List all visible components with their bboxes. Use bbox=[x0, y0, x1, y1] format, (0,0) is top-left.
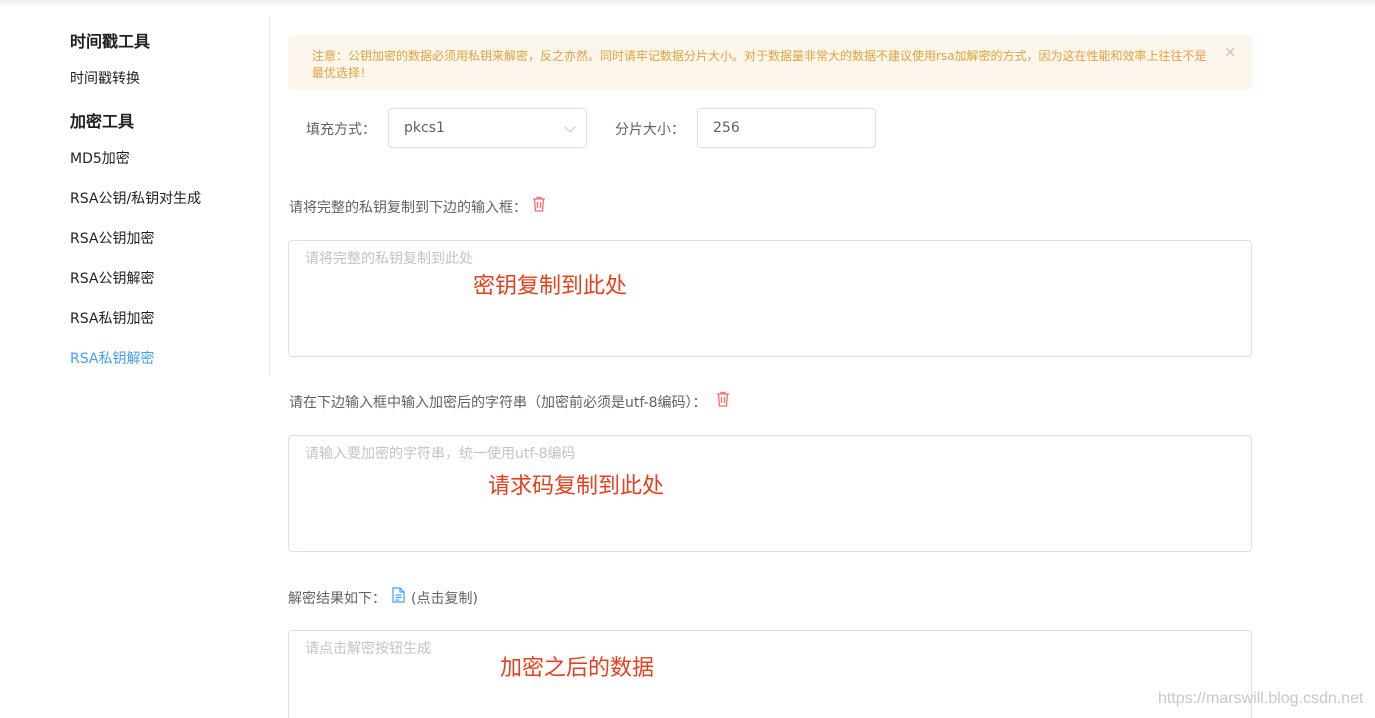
result-label: 解密结果如下： bbox=[288, 591, 386, 607]
annotation-private-key: 密钥复制到此处 bbox=[473, 274, 628, 299]
sidebar-group-timestamp-tools: 时间戳工具 bbox=[70, 32, 151, 51]
copy-result-link[interactable]: (点击复制) bbox=[411, 588, 478, 608]
sidebar-item-rsa-public-decrypt[interactable]: RSA公钥解密 bbox=[70, 268, 154, 288]
sidebar-item-timestamp-convert[interactable]: 时间戳转换 bbox=[70, 68, 140, 88]
close-icon[interactable]: ✕ bbox=[1224, 45, 1236, 62]
sidebar-item-rsa-keypair[interactable]: RSA公钥/私钥对生成 bbox=[70, 188, 201, 208]
sidebar-group-crypto-tools: 加密工具 bbox=[70, 112, 135, 131]
chunk-size-input[interactable] bbox=[697, 108, 876, 148]
alert-text: 注意：公钥加密的数据必须用私钥来解密，反之亦然。同时请牢记数据分片大小。对于数据… bbox=[312, 49, 1207, 80]
sidebar-item-rsa-private-decrypt[interactable]: RSA私钥解密 bbox=[70, 348, 154, 368]
padding-select[interactable]: pkcs1 bbox=[388, 108, 587, 148]
trash-icon[interactable] bbox=[716, 391, 730, 407]
padding-label: 填充方式： bbox=[306, 122, 376, 138]
trash-icon[interactable] bbox=[532, 196, 546, 212]
document-copy-icon[interactable] bbox=[392, 587, 405, 603]
result-textarea[interactable] bbox=[288, 630, 1252, 718]
sidebar-item-md5[interactable]: MD5加密 bbox=[70, 148, 130, 168]
annotation-cipher: 请求码复制到此处 bbox=[488, 474, 665, 499]
private-key-textarea[interactable] bbox=[288, 240, 1252, 357]
padding-select-value: pkcs1 bbox=[404, 120, 445, 136]
chevron-down-icon bbox=[564, 121, 576, 133]
watermark: https://marswill.blog.csdn.net bbox=[1158, 690, 1364, 707]
annotation-result: 加密之后的数据 bbox=[500, 656, 655, 681]
warning-alert: 注意：公钥加密的数据必须用私钥来解密，反之亦然。同时请牢记数据分片大小。对于数据… bbox=[288, 35, 1252, 90]
cipher-textarea[interactable] bbox=[288, 435, 1252, 552]
top-shadow bbox=[0, 0, 1375, 8]
chunk-size-label: 分片大小： bbox=[615, 122, 685, 138]
sidebar-item-rsa-public-encrypt[interactable]: RSA公钥加密 bbox=[70, 228, 154, 248]
sidebar-item-rsa-private-encrypt[interactable]: RSA私钥加密 bbox=[70, 308, 154, 328]
cipher-label: 请在下边输入框中输入加密后的字符串（加密前必须是utf-8编码）： bbox=[289, 395, 707, 411]
private-key-label: 请将完整的私钥复制到下边的输入框： bbox=[289, 200, 527, 216]
